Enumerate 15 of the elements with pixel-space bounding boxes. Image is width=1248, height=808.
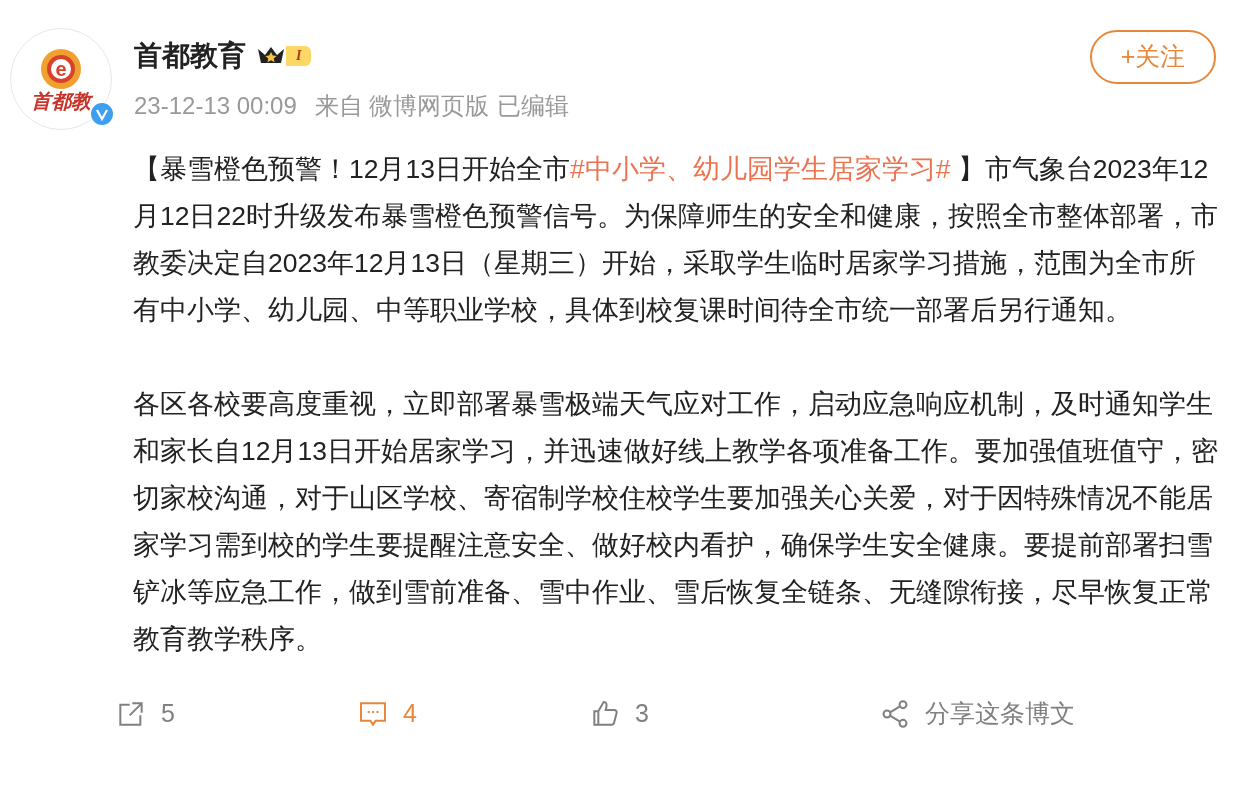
post-time: 23-12-13 00:09 [134, 91, 297, 121]
post-paragraph: 各区各校要高度重视，立即部署暴雪极端天气应对工作，启动应急响应机制，及时通知学生和家长自12月13日开始居家学习，并迅速做好线上教学各项准备工作。要加强值班值守，密切家校沟通，对于山区学校、寄宿制学校住校学生要加强关心关爱，对于因特殊情况不能居家学习需到校的学生要提醒注意安全、做好校内看护，确保学生安全健康。要提前部署扫雪铲冰等应急工作，做到雪前准备、雪中作业、雪后恢复全链条、无缝隙衔接，尽早恢复正常教育教学秩序。 [133, 388, 1218, 656]
share-button[interactable]: 分享这条博文 [879, 695, 1075, 733]
author-name[interactable]: 首都教育 [134, 35, 246, 77]
follow-button[interactable]: +关注 [1090, 30, 1216, 84]
post-paragraph: 【暴雪橙色预警！12月13日开始全市#中小学、幼儿园学生居家学习# 】市气象台2023年12月12日22时升级发布暴雪橙色预警信号。为保障师生的安全和健康，按照全市整体部署，市教委决定自2023年12月13日（星期三）开始，采取学生临时居家学习措施，范围为全市所有中小学、幼儿园、中等职业学校，具体到校复课时间待全市统一部署后另行通知。 [133, 153, 1218, 327]
avatar[interactable]: e 首都教 [10, 28, 112, 130]
repost-button[interactable]: 5 [115, 695, 357, 733]
post-source: 来自 微博网页版 [314, 91, 490, 121]
comment-button[interactable]: 4 [357, 695, 589, 733]
hashtag-link[interactable]: #中小学、幼儿园学生居家学习# [569, 154, 951, 184]
edited-label: 已编辑 [497, 91, 570, 121]
level-badge: I [256, 45, 312, 67]
logo-text: 首都教 [31, 91, 91, 111]
like-button[interactable]: 3 [589, 695, 879, 733]
